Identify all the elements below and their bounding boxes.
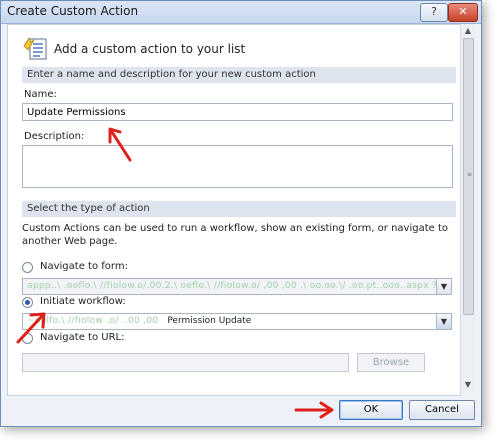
chevron-down-icon[interactable]: ▼	[436, 314, 451, 329]
initiate-workflow-label: Initiate workflow:	[40, 296, 126, 307]
help-button[interactable]: ?	[420, 3, 448, 22]
annotation-arrow-name	[108, 127, 132, 162]
description-label: Description:	[24, 131, 85, 142]
navigate-to-url-label: Navigate to URL:	[40, 332, 125, 343]
title-bar: Create Custom Action ? ✕	[1, 1, 481, 24]
chevron-down-icon[interactable]: ▼	[436, 279, 451, 294]
description-textarea[interactable]	[22, 145, 453, 188]
workflow-select-value: Permission Update	[167, 316, 252, 326]
annotation-arrow-workflow	[16, 312, 46, 344]
grip-icon: ≡	[467, 171, 473, 178]
initiate-workflow-radio[interactable]	[22, 297, 33, 308]
custom-action-icon	[23, 37, 47, 60]
annotation-arrow-ok	[294, 401, 334, 419]
ok-button[interactable]: OK	[339, 400, 403, 420]
name-label: Name:	[24, 89, 57, 100]
scrollbar-thumb[interactable]: ≡	[463, 38, 474, 315]
form-select[interactable]: appp..\ .ooflo.\ //fiolow.o/.00.2.\ oefl…	[22, 278, 452, 295]
close-button[interactable]: ✕	[448, 3, 478, 22]
header-text: Add a custom action to your list	[54, 42, 246, 56]
form-select-value: appp..\ .ooflo.\ //fiolow.o/.00.2.\ oefl…	[27, 281, 451, 291]
dialog-content: Add a custom action to your list Enter a…	[7, 24, 461, 396]
cancel-button[interactable]: Cancel	[409, 400, 475, 420]
section-header-action: Select the type of action	[22, 201, 456, 217]
workflow-select[interactable]: ~oelfo.\ //fiolow .o/ ..00 ,00 Permissio…	[22, 313, 452, 330]
section-header-name: Enter a name and description for your ne…	[22, 67, 456, 83]
navigate-to-form-radio[interactable]	[22, 262, 33, 273]
url-input[interactable]	[22, 353, 349, 372]
action-description: Custom Actions can be used to run a work…	[22, 223, 449, 247]
scroll-up-icon[interactable]: ▲	[463, 26, 473, 36]
name-input[interactable]	[22, 103, 453, 121]
vertical-scrollbar[interactable]: ▲ ≡ ▼	[460, 24, 475, 394]
create-custom-action-dialog: Create Custom Action ? ✕ Add a custom ac…	[0, 0, 482, 427]
scroll-down-icon[interactable]: ▼	[463, 380, 473, 390]
navigate-to-form-label: Navigate to form:	[40, 261, 128, 272]
browse-button[interactable]: Browse	[357, 353, 425, 372]
window-title: Create Custom Action	[7, 4, 139, 18]
